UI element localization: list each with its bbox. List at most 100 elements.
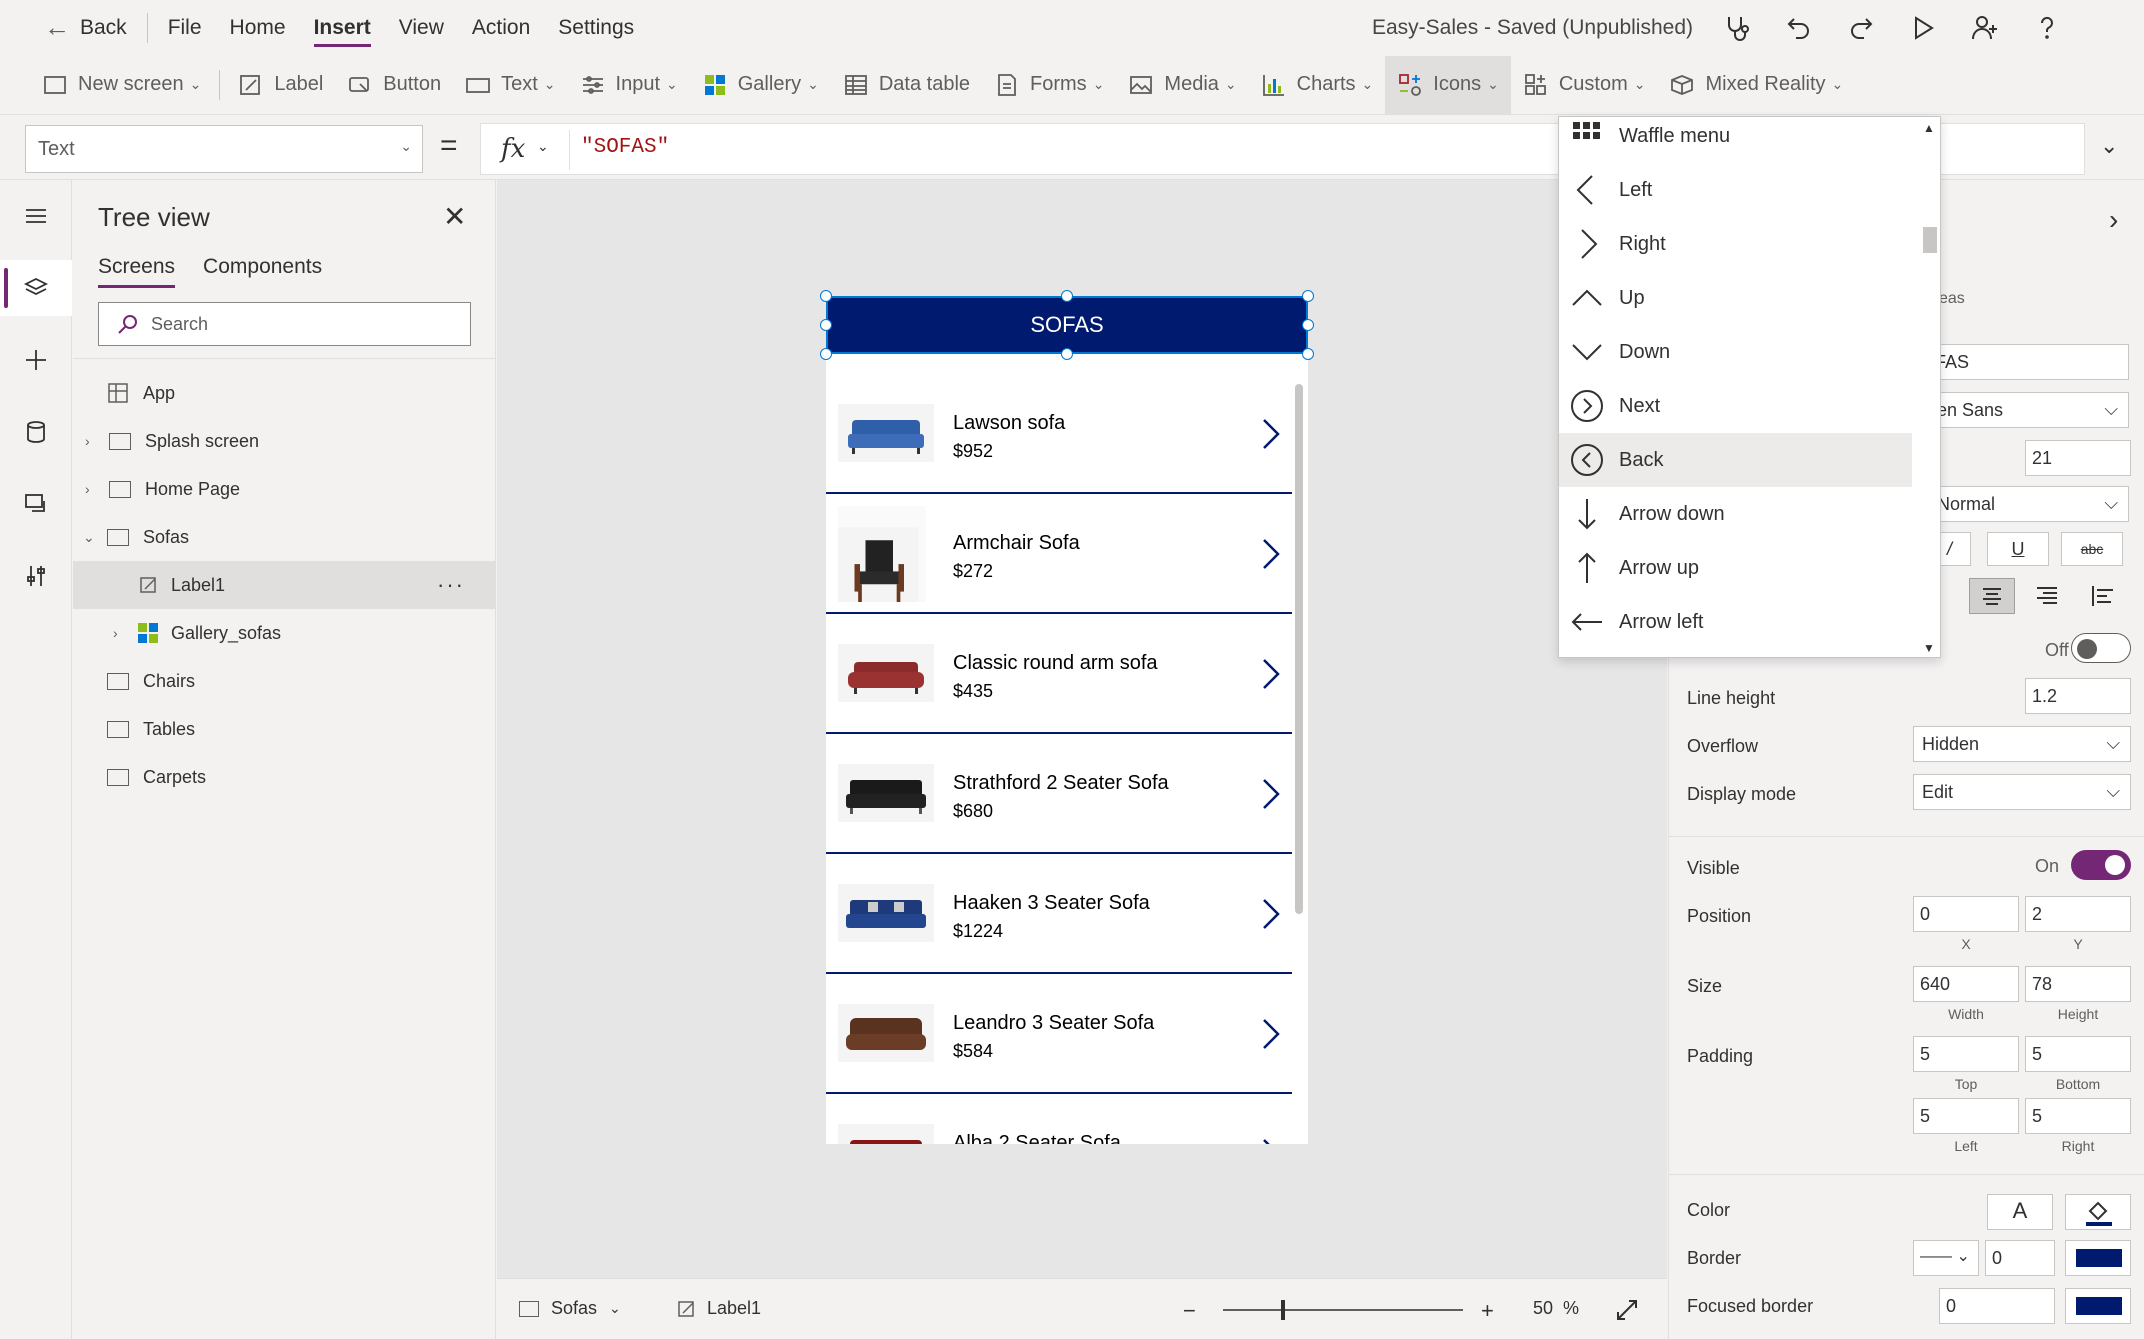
resize-handle[interactable]: [1302, 290, 1314, 302]
fx-icon[interactable]: fx: [501, 134, 525, 164]
chevron-right-icon[interactable]: ›: [85, 433, 99, 449]
media-dropdown[interactable]: Media ⌄: [1116, 56, 1248, 114]
chevron-right-icon[interactable]: [1254, 1014, 1286, 1054]
text-dropdown[interactable]: Text ⌄: [453, 56, 567, 114]
chevron-down-icon[interactable]: ⌄: [83, 529, 97, 546]
chevron-right-icon[interactable]: [1254, 414, 1286, 454]
position-x-input[interactable]: 0: [1913, 896, 2019, 932]
visible-toggle[interactable]: [2071, 850, 2131, 880]
focused-border-width-input[interactable]: 0: [1939, 1288, 2055, 1324]
menu-item-left[interactable]: Left: [1559, 163, 1912, 217]
menu-item-arrow-left[interactable]: Arrow left: [1559, 595, 1912, 649]
input-dropdown[interactable]: Input ⌄: [568, 56, 690, 114]
gallery-item[interactable]: Classic round arm sofa $435: [826, 614, 1292, 734]
charts-dropdown[interactable]: Charts ⌄: [1249, 56, 1386, 114]
menu-file[interactable]: File: [154, 0, 216, 55]
control-selector[interactable]: Label1: [677, 1298, 761, 1319]
icons-dropdown[interactable]: Icons ⌄: [1385, 55, 1511, 114]
resize-handle[interactable]: [820, 319, 832, 331]
menu-settings[interactable]: Settings: [544, 0, 648, 55]
undo-button[interactable]: [1768, 0, 1830, 55]
font-dropdown[interactable]: en Sans: [1929, 392, 2129, 428]
overflow-dropdown[interactable]: Hidden: [1913, 726, 2131, 762]
align-justify-button[interactable]: [2081, 578, 2127, 614]
data-table-button[interactable]: Data table: [831, 56, 982, 114]
app-screen-sofas[interactable]: SOFAS Lawson sofa $952 Armchair Sofa $27…: [826, 296, 1308, 1144]
menu-item-up[interactable]: Up: [1559, 271, 1912, 325]
menu-item-waffle[interactable]: Waffle menu: [1559, 117, 1912, 163]
padding-top-input[interactable]: 5: [1913, 1036, 2019, 1072]
property-selector[interactable]: Text ⌄: [25, 125, 423, 173]
data-button[interactable]: [0, 404, 72, 460]
menu-item-arrow-up[interactable]: Arrow up: [1559, 541, 1912, 595]
menu-action[interactable]: Action: [458, 0, 544, 55]
share-button[interactable]: [1954, 0, 2016, 55]
text-property-input[interactable]: FAS: [1929, 344, 2129, 380]
new-screen-button[interactable]: New screen ⌄: [30, 56, 213, 114]
menu-item-next[interactable]: Next: [1559, 379, 1912, 433]
dropdown-scrollbar[interactable]: ▲ ▼: [1915, 117, 1940, 657]
app-checker-button[interactable]: [1706, 0, 1768, 55]
tab-advanced[interactable]: eas: [1939, 290, 1965, 308]
tree-item-home-page[interactable]: › Home Page: [73, 465, 495, 513]
insert-button[interactable]: [0, 332, 72, 388]
menu-item-back[interactable]: Back: [1559, 433, 1912, 487]
wrap-toggle[interactable]: [2071, 633, 2131, 663]
menu-item-right[interactable]: Right: [1559, 217, 1912, 271]
tree-item-chairs[interactable]: Chairs: [73, 657, 495, 705]
more-options-icon[interactable]: ···: [437, 572, 465, 598]
resize-handle[interactable]: [1061, 290, 1073, 302]
search-input[interactable]: Search: [98, 302, 471, 346]
border-width-input[interactable]: 0: [1985, 1240, 2055, 1276]
display-mode-dropdown[interactable]: Edit: [1913, 774, 2131, 810]
gallery-dropdown[interactable]: Gallery ⌄: [690, 56, 831, 114]
zoom-slider-thumb[interactable]: [1281, 1300, 1285, 1320]
align-center-button[interactable]: [1969, 578, 2015, 614]
menu-view[interactable]: View: [385, 0, 458, 55]
gallery-item[interactable]: Leandro 3 Seater Sofa $584: [826, 974, 1292, 1094]
gallery-sofas[interactable]: Lawson sofa $952 Armchair Sofa $272 Clas…: [826, 374, 1292, 1144]
resize-handle[interactable]: [1302, 348, 1314, 360]
tree-item-tables[interactable]: Tables: [73, 705, 495, 753]
scrollbar-thumb[interactable]: [1923, 227, 1937, 253]
tab-screens[interactable]: Screens: [98, 255, 176, 288]
help-button[interactable]: [2016, 0, 2078, 55]
font-weight-dropdown[interactable]: Normal: [1929, 486, 2129, 522]
mixed-reality-dropdown[interactable]: Mixed Reality ⌄: [1657, 56, 1855, 114]
resize-handle[interactable]: [1061, 348, 1073, 360]
border-color-button[interactable]: [2065, 1240, 2131, 1276]
gallery-item[interactable]: Armchair Sofa $272: [826, 494, 1292, 614]
menu-home[interactable]: Home: [216, 0, 300, 55]
chevron-right-icon[interactable]: ›: [113, 625, 127, 641]
chevron-down-icon[interactable]: ⌄: [537, 138, 549, 155]
insert-button-button[interactable]: Button: [335, 56, 453, 114]
font-size-input[interactable]: 21: [2025, 440, 2131, 476]
back-button[interactable]: ← Back: [30, 0, 141, 55]
expand-formula-icon[interactable]: ⌄: [2100, 133, 2118, 159]
resize-handle[interactable]: [820, 290, 832, 302]
tree-item-splash-screen[interactable]: › Splash screen: [73, 417, 495, 465]
strikethrough-button[interactable]: abc: [2061, 532, 2123, 566]
chevron-right-icon[interactable]: ›: [85, 481, 99, 497]
tree-item-gallery-sofas[interactable]: › Gallery_sofas: [73, 609, 495, 657]
zoom-in-button[interactable]: +: [1481, 1298, 1494, 1324]
line-height-input[interactable]: 1.2: [2025, 678, 2131, 714]
tree-view-button[interactable]: [0, 260, 72, 316]
focused-border-color-button[interactable]: [2065, 1288, 2131, 1324]
gallery-scrollbar[interactable]: [1295, 374, 1303, 1134]
underline-button[interactable]: U: [1987, 532, 2049, 566]
chevron-right-icon[interactable]: [1254, 654, 1286, 694]
chevron-right-icon[interactable]: [1254, 534, 1286, 574]
border-style-dropdown[interactable]: —— ⌄: [1913, 1240, 1979, 1276]
forms-dropdown[interactable]: Forms ⌄: [982, 56, 1116, 114]
chevron-right-icon[interactable]: [1254, 774, 1286, 814]
play-button[interactable]: [1892, 0, 1954, 55]
advanced-tools-button[interactable]: [0, 548, 72, 604]
zoom-out-button[interactable]: −: [1183, 1298, 1196, 1324]
resize-handle[interactable]: [820, 348, 832, 360]
scroll-up-icon[interactable]: ▲: [1923, 121, 1935, 135]
zoom-slider[interactable]: [1223, 1300, 1463, 1320]
padding-left-input[interactable]: 5: [1913, 1098, 2019, 1134]
fill-color-button[interactable]: [2065, 1194, 2131, 1230]
scroll-down-icon[interactable]: ▼: [1923, 641, 1935, 655]
